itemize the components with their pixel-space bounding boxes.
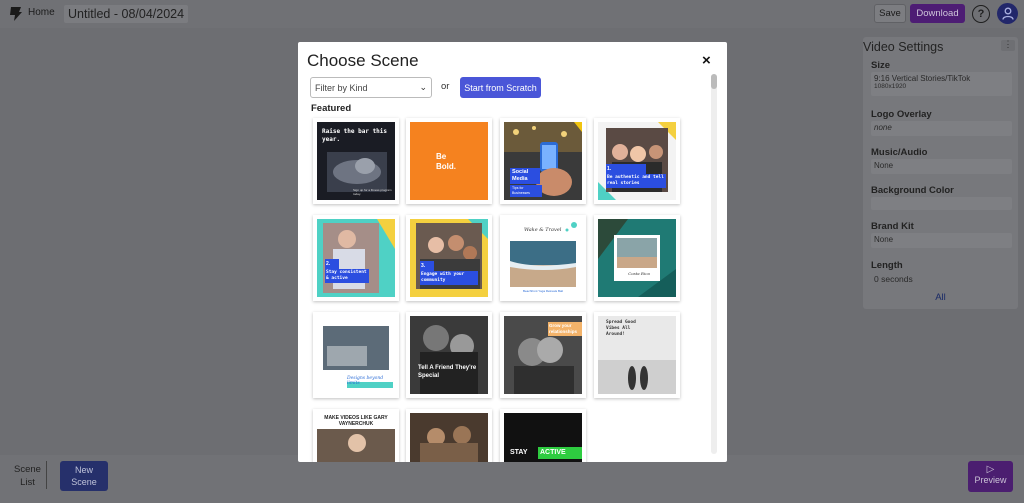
scene-text: Costa Rica: [628, 271, 650, 276]
start-from-scratch-button[interactable]: Start from Scratch: [460, 77, 541, 98]
new-scene-button[interactable]: New Scene: [60, 461, 108, 491]
scene-card[interactable]: Costa Rica: [594, 215, 680, 301]
brand-kit-label: Brand Kit: [871, 221, 914, 232]
scene-text: Tell A Friend They're Special: [418, 365, 477, 379]
background-color-field[interactable]: [871, 197, 1012, 210]
all-settings-link[interactable]: All: [863, 292, 1018, 303]
scene-card[interactable]: Wake & Travel Beachfront Yoga Retreats B…: [500, 215, 586, 301]
logo-overlay-field[interactable]: none: [871, 121, 1012, 136]
scene-thumbnail: 1. Be authentic and tell real stories: [598, 122, 676, 200]
scene-thumbnail: Costa Rica: [598, 219, 676, 297]
new-scene-label-1: New: [74, 465, 93, 475]
choose-scene-modal: Choose Scene × Filter by Kind ⌄ or Start…: [298, 42, 727, 462]
scene-text: MAKE VIDEOS LIKE GARY VAYNERCHUK: [324, 415, 388, 427]
scene-card[interactable]: 3. Engage with your community: [406, 215, 492, 301]
scene-text: Social Media: [510, 168, 540, 184]
scene-thumbnail: Wake & Travel Beachfront Yoga Retreats B…: [504, 219, 582, 297]
scene-thumbnail: Designs beyond limits: [317, 316, 395, 394]
logo-overlay-label: Logo Overlay: [871, 109, 932, 120]
scene-thumbnail: 2. Stay consistent & active: [317, 219, 395, 297]
brand-kit-field[interactable]: None: [871, 233, 1012, 248]
size-select[interactable]: 9:16 Vertical Stories/TikTok 1080x1920: [871, 72, 1012, 96]
scene-thumbnail: Be Bold.: [410, 122, 488, 200]
scene-text: Be authentic and tell real stories: [606, 174, 666, 188]
scene-text: Stay consistent & active: [325, 269, 369, 283]
filter-by-kind-select[interactable]: Filter by Kind ⌄: [310, 77, 432, 98]
scene-card[interactable]: 2. Stay consistent & active: [313, 215, 399, 301]
scene-text: Engage with your community: [420, 271, 478, 285]
video-settings-panel: Video Settings ⋮ Size 9:16 Vertical Stor…: [863, 37, 1018, 309]
bottom-divider: [46, 461, 47, 489]
scene-text-2: ACTIVE: [540, 449, 566, 456]
bottom-bar: [0, 455, 1024, 503]
scene-list-label-2: List: [20, 477, 35, 488]
scene-subtext: Tips for Businesses: [510, 185, 542, 197]
app-logo-icon[interactable]: [9, 6, 23, 22]
play-icon: ▷: [986, 464, 995, 475]
scene-thumbnail: Raise the bar this year. Sign up for a f…: [317, 122, 395, 200]
scene-card[interactable]: Designs beyond limits: [313, 312, 399, 398]
scene-card[interactable]: Be Bold.: [406, 118, 492, 204]
scene-number: 1.: [606, 164, 646, 174]
background-color-label: Background Color: [871, 185, 954, 196]
scene-card[interactable]: Spread Good Vibes All Around!: [594, 312, 680, 398]
home-link[interactable]: Home: [28, 7, 55, 18]
scene-thumbnail: Spread Good Vibes All Around!: [598, 316, 676, 394]
preview-label: Preview: [974, 475, 1007, 485]
scene-text: Wake & Travel: [524, 227, 562, 233]
scene-thumbnail: MAKE VIDEOS LIKE GARY VAYNERCHUK: [317, 413, 395, 462]
scene-thumbnail: Tell A Friend They're Special: [410, 316, 488, 394]
help-icon[interactable]: ?: [972, 5, 990, 23]
scene-text: STAY: [510, 449, 528, 456]
download-button[interactable]: Download: [910, 4, 965, 23]
scene-caption: Sign up for a fitness program today.: [353, 188, 392, 196]
scene-text: Raise the bar this year.: [322, 128, 388, 143]
modal-scrollbar[interactable]: [711, 74, 717, 454]
scene-thumbnail: Social Media Tips for Businesses: [504, 122, 582, 200]
chevron-down-icon: ⌄: [419, 82, 427, 92]
featured-heading: Featured: [311, 103, 352, 114]
modal-title: Choose Scene: [307, 51, 419, 70]
project-title-input[interactable]: Untitled - 08/04/2024: [64, 5, 189, 23]
scene-text: Be Bold.: [436, 152, 456, 171]
or-label: or: [441, 81, 450, 92]
modal-scrollbar-thumb[interactable]: [711, 74, 717, 89]
scene-list-label-1: Scene: [14, 464, 41, 475]
scene-thumbnail: Grow your relationships: [504, 316, 582, 394]
user-avatar-icon[interactable]: [997, 3, 1018, 24]
close-icon[interactable]: ×: [702, 52, 711, 69]
video-settings-title: Video Settings: [863, 40, 944, 54]
scene-thumbnail: [410, 413, 488, 462]
size-resolution: 1080x1920: [874, 83, 907, 90]
save-button[interactable]: Save: [874, 4, 906, 23]
length-label: Length: [871, 260, 903, 271]
scene-card[interactable]: Social Media Tips for Businesses: [500, 118, 586, 204]
scene-card[interactable]: 1. Be authentic and tell real stories: [594, 118, 680, 204]
size-label: Size: [871, 60, 891, 71]
scene-card[interactable]: STAY ACTIVE: [500, 409, 586, 462]
scene-card[interactable]: [406, 409, 492, 462]
preview-button[interactable]: ▷ Preview: [968, 461, 1013, 492]
scene-list-button[interactable]: Scene List: [14, 463, 41, 489]
scene-card[interactable]: Grow your relationships: [500, 312, 586, 398]
scene-text: Spread Good Vibes All Around!: [606, 320, 636, 337]
music-audio-label: Music/Audio: [871, 147, 928, 158]
size-value: 9:16 Vertical Stories/TikTok: [874, 74, 971, 83]
scene-text: Grow your relationships: [548, 322, 582, 336]
more-options-icon[interactable]: ⋮: [1001, 40, 1015, 51]
scene-caption: Beachfront Yoga Retreats Bali: [522, 289, 564, 293]
scene-card[interactable]: MAKE VIDEOS LIKE GARY VAYNERCHUK: [313, 409, 399, 462]
music-audio-field[interactable]: None: [871, 159, 1012, 174]
scene-card[interactable]: Tell A Friend They're Special: [406, 312, 492, 398]
scene-thumbnail: 3. Engage with your community: [410, 219, 488, 297]
scene-number: 2.: [325, 259, 339, 269]
new-scene-label-2: Scene: [71, 477, 97, 487]
scene-card[interactable]: Raise the bar this year. Sign up for a f…: [313, 118, 399, 204]
scene-number: 3.: [420, 261, 434, 271]
scene-text: Designs beyond limits: [347, 376, 384, 386]
scene-thumbnail: STAY ACTIVE: [504, 413, 582, 462]
filter-placeholder: Filter by Kind: [315, 83, 368, 93]
length-value: 0 seconds: [874, 274, 913, 284]
